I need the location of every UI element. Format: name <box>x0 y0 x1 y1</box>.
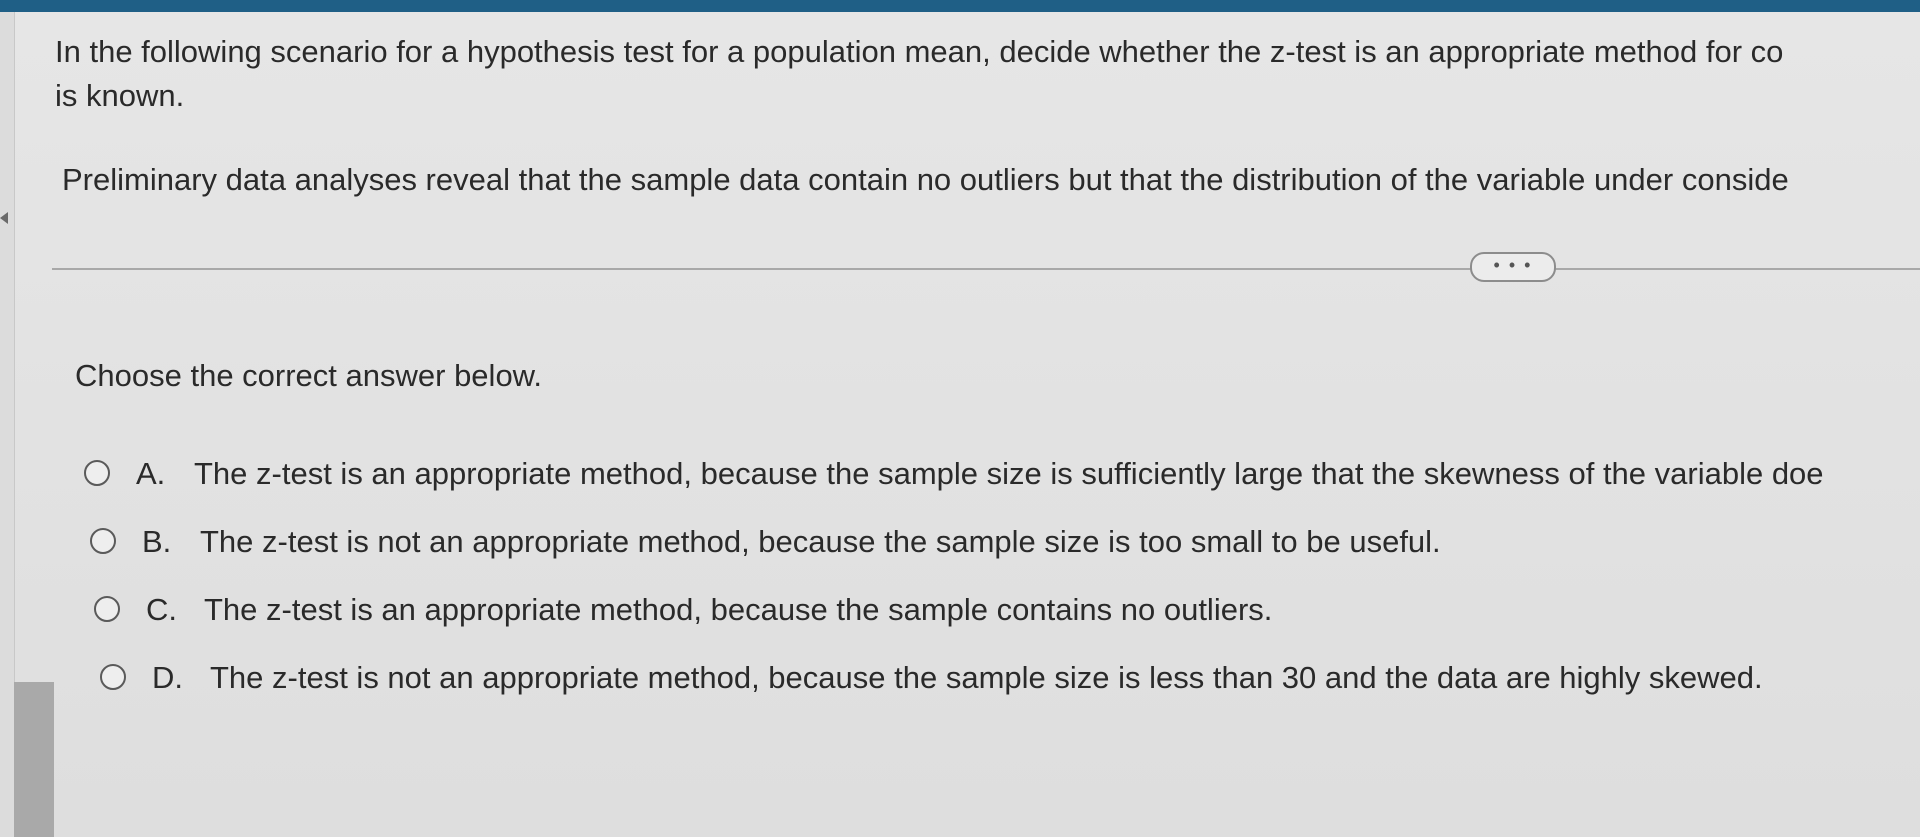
option-letter: C. <box>146 592 177 627</box>
question-page: In the following scenario for a hypothes… <box>0 0 1920 837</box>
top-bar <box>0 0 1920 12</box>
question-text: In the following scenario for a hypothes… <box>55 30 1920 118</box>
option-text: The z-test is an appropriate method, bec… <box>204 592 1273 627</box>
more-options-button[interactable]: • • • <box>1470 252 1556 282</box>
option-d[interactable]: D. The z-test is not an appropriate meth… <box>100 652 1920 706</box>
scenario-text: Preliminary data analyses reveal that th… <box>62 162 1789 197</box>
option-text: The z-test is an appropriate method, bec… <box>194 456 1824 491</box>
scrollbar-thumb[interactable] <box>14 682 54 837</box>
radio-button-a[interactable] <box>84 460 110 486</box>
question-line-2: is known. <box>55 78 185 113</box>
radio-button-c[interactable] <box>94 596 120 622</box>
answer-prompt: Choose the correct answer below. <box>75 358 542 393</box>
option-c[interactable]: C. The z-test is an appropriate method, … <box>94 584 1920 638</box>
question-line-1: In the following scenario for a hypothes… <box>55 34 1784 69</box>
option-text: The z-test is not an appropriate method,… <box>210 660 1763 695</box>
collapse-arrow-icon[interactable] <box>0 212 8 224</box>
answer-options: A. The z-test is an appropriate method, … <box>84 448 1920 720</box>
option-letter: D. <box>152 660 183 695</box>
option-b[interactable]: B. The z-test is not an appropriate meth… <box>90 516 1920 570</box>
left-gutter <box>0 12 15 837</box>
radio-button-b[interactable] <box>90 528 116 554</box>
radio-button-d[interactable] <box>100 664 126 690</box>
option-a[interactable]: A. The z-test is an appropriate method, … <box>84 448 1920 502</box>
section-divider <box>52 268 1920 270</box>
option-letter: B. <box>142 524 172 559</box>
option-text: The z-test is not an appropriate method,… <box>200 524 1441 559</box>
option-letter: A. <box>136 456 166 491</box>
